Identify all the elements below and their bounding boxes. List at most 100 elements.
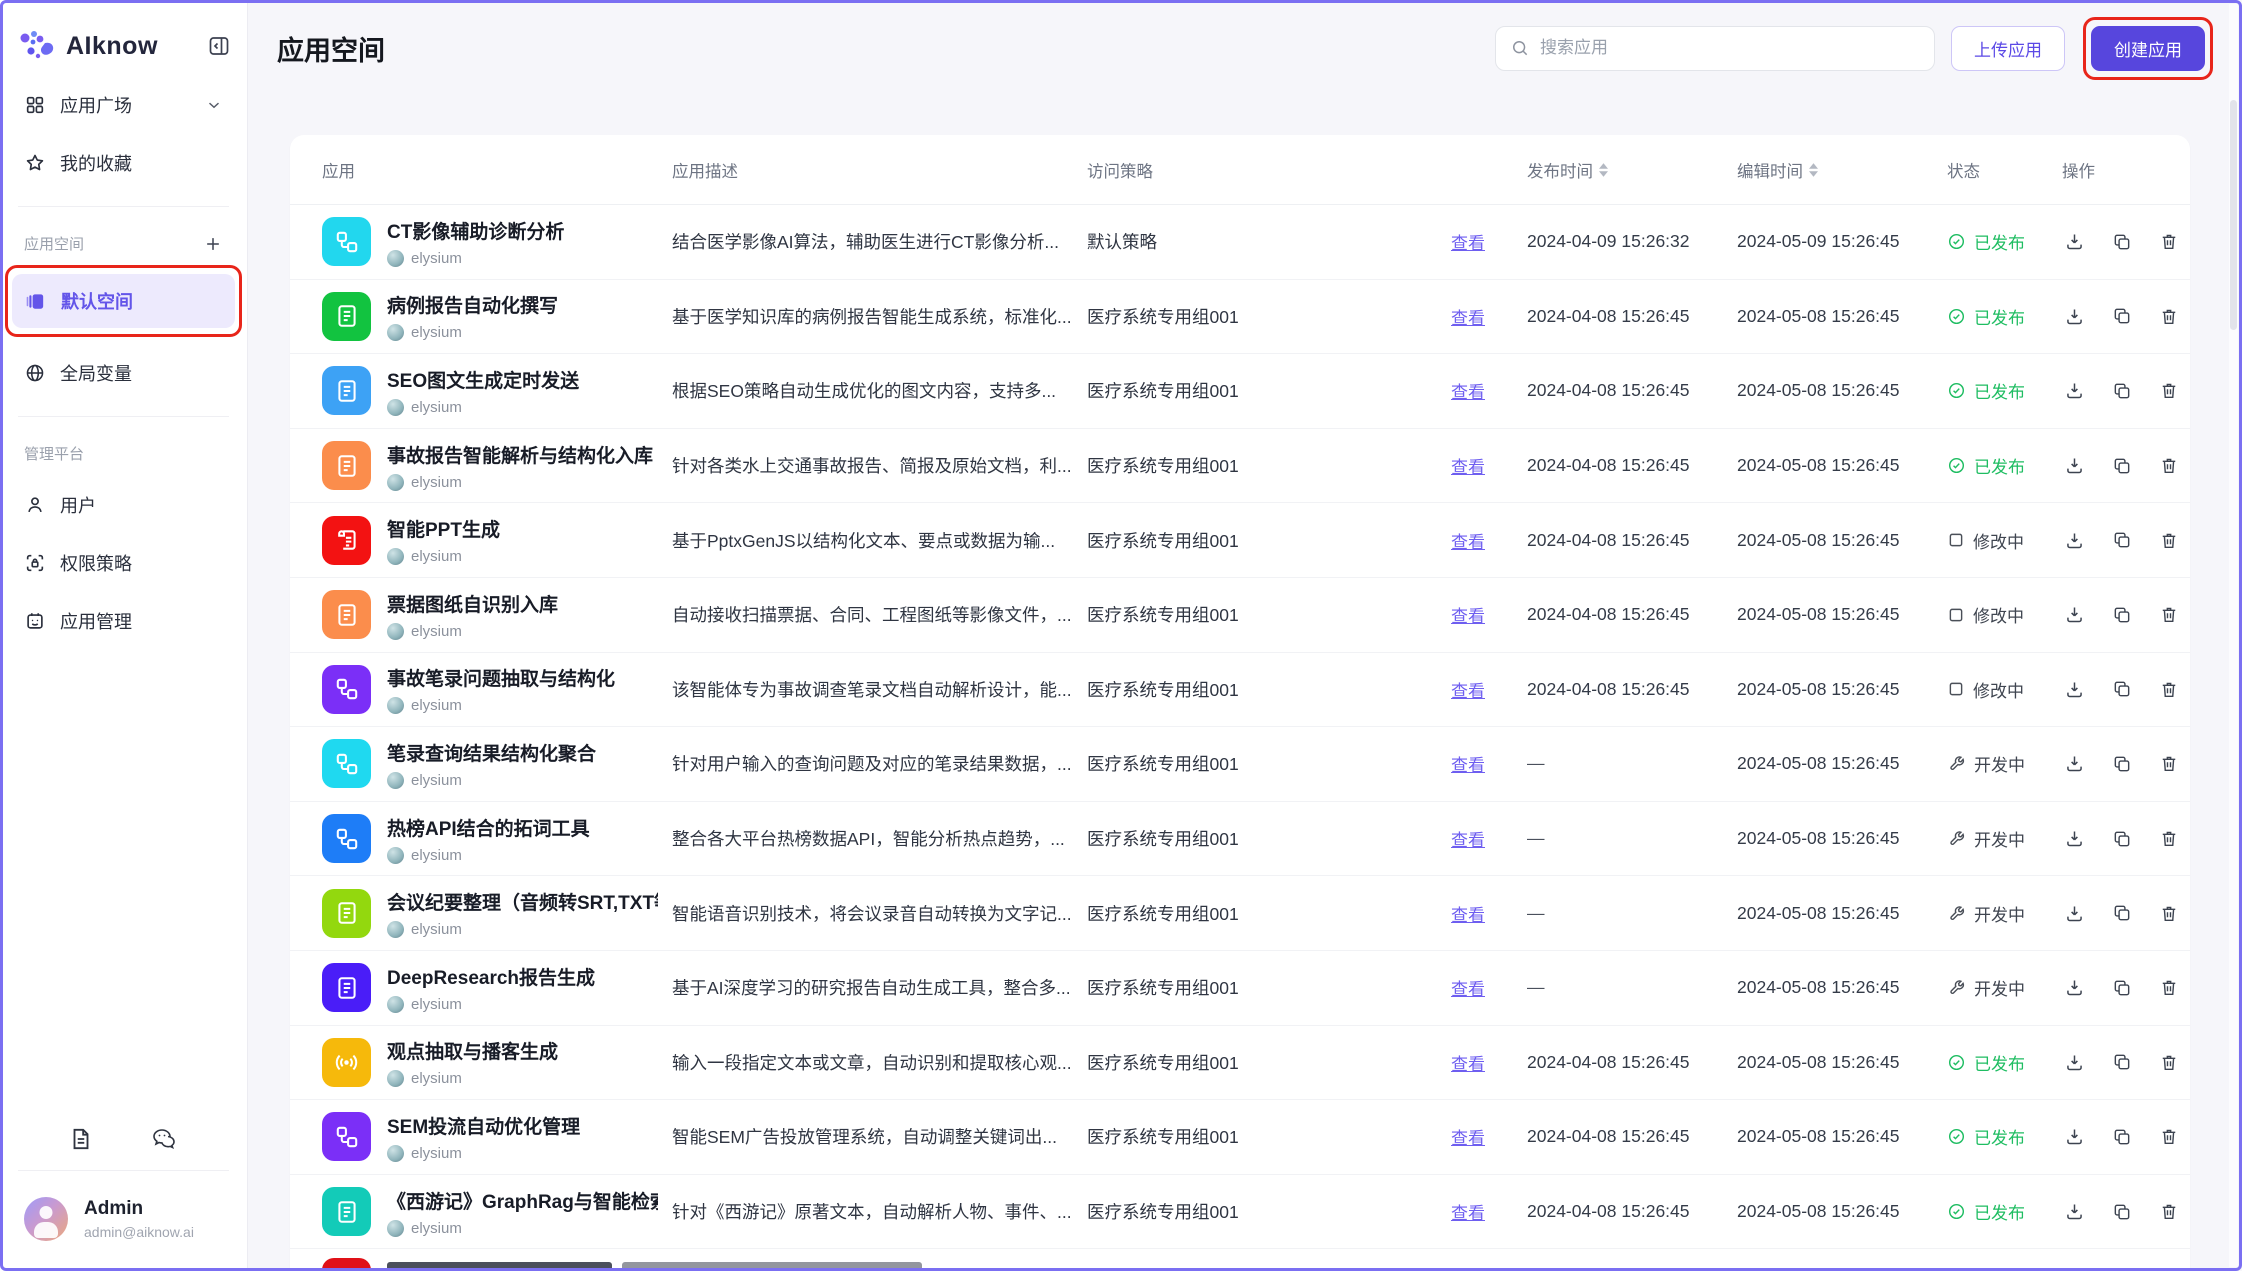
view-link[interactable]: 查看 — [1451, 383, 1485, 402]
column-header-published[interactable]: 发布时间 — [1527, 158, 1737, 182]
delete-icon[interactable] — [2159, 903, 2179, 924]
app-title[interactable]: SEM投流自动优化管理 — [387, 1112, 580, 1139]
copy-icon[interactable] — [2112, 1202, 2132, 1222]
app-title[interactable]: 事故笔录问题抽取与结构化 — [387, 664, 615, 691]
sidebar-item-favorites[interactable]: 我的收藏 — [12, 140, 235, 186]
wechat-icon[interactable] — [151, 1126, 179, 1152]
sidebar-divider — [18, 416, 229, 417]
download-icon[interactable] — [2064, 828, 2085, 849]
create-app-button[interactable]: 创建应用 — [2091, 26, 2205, 71]
delete-icon[interactable] — [2159, 380, 2179, 401]
table-row: 事故报告智能解析与结构化入库 elysium 针对各类水上交通事故报告、简报及原… — [290, 429, 2190, 504]
sidebar-item-permission-policy[interactable]: 权限策略 — [12, 540, 235, 586]
delete-icon[interactable] — [2159, 530, 2179, 551]
copy-icon[interactable] — [2112, 679, 2132, 699]
download-icon[interactable] — [2064, 530, 2085, 551]
copy-icon[interactable] — [2112, 903, 2132, 923]
view-link[interactable]: 查看 — [1451, 1055, 1485, 1074]
view-link[interactable]: 查看 — [1451, 682, 1485, 701]
delete-icon[interactable] — [2159, 231, 2179, 252]
download-icon[interactable] — [2064, 380, 2085, 401]
download-icon[interactable] — [2064, 1126, 2085, 1147]
search-input[interactable] — [1540, 38, 1920, 58]
copy-icon[interactable] — [2112, 456, 2132, 476]
sidebar-item-app-market[interactable]: 应用广场 — [12, 82, 235, 128]
app-title[interactable]: 事故报告智能解析与结构化入库 — [387, 441, 653, 468]
app-title[interactable]: CT影像辅助诊断分析 — [387, 217, 564, 244]
app-title[interactable]: 病例报告自动化撰写 — [387, 291, 558, 318]
view-link[interactable]: 查看 — [1451, 756, 1485, 775]
scrollbar-thumb[interactable] — [2230, 100, 2237, 330]
upload-app-button[interactable]: 上传应用 — [1951, 26, 2065, 71]
view-link[interactable]: 查看 — [1451, 234, 1485, 253]
delete-icon[interactable] — [2159, 828, 2179, 849]
view-link[interactable]: 查看 — [1451, 533, 1485, 552]
sidebar-item-default-space[interactable]: 默认空间 — [12, 274, 235, 328]
app-title[interactable]: 热榜API结合的拓词工具 — [387, 814, 590, 841]
document-icon[interactable] — [68, 1126, 94, 1152]
view-link[interactable]: 查看 — [1451, 906, 1485, 925]
user-profile[interactable]: Admin admin@aiknow.ai — [12, 1171, 235, 1271]
copy-icon[interactable] — [2112, 605, 2132, 625]
copy-icon[interactable] — [2112, 530, 2132, 550]
copy-icon[interactable] — [2112, 978, 2132, 998]
download-icon[interactable] — [2064, 753, 2085, 774]
download-icon[interactable] — [2064, 1201, 2085, 1222]
copy-icon[interactable] — [2112, 1052, 2132, 1072]
copy-icon[interactable] — [2112, 232, 2132, 252]
download-icon[interactable] — [2064, 604, 2085, 625]
delete-icon[interactable] — [2159, 1052, 2179, 1073]
published-time: 2024-04-08 15:26:45 — [1527, 530, 1737, 551]
status-label: 修改中 — [1973, 677, 2024, 702]
sort-icon[interactable] — [1809, 163, 1818, 177]
sidebar-item-global-vars[interactable]: 全局变量 — [12, 350, 235, 396]
app-title[interactable]: 《西游记》GraphRag与智能检索 — [387, 1187, 658, 1214]
app-title[interactable]: 笔录查询结果结构化聚合 — [387, 739, 596, 766]
app-description: 该智能体专为事故调查笔录文档自动解析设计，能... — [672, 677, 1087, 702]
view-link[interactable]: 查看 — [1451, 1129, 1485, 1148]
app-icon — [322, 217, 371, 266]
app-title[interactable]: 会议纪要整理（音频转SRT,TXT等） — [387, 888, 658, 915]
download-icon[interactable] — [2064, 977, 2085, 998]
view-link[interactable]: 查看 — [1451, 458, 1485, 477]
download-icon[interactable] — [2064, 306, 2085, 327]
view-link[interactable]: 查看 — [1451, 980, 1485, 999]
sidebar-collapse-icon[interactable] — [207, 34, 231, 58]
grid-icon — [24, 94, 46, 116]
delete-icon[interactable] — [2159, 1126, 2179, 1147]
add-space-icon[interactable] — [203, 234, 223, 254]
delete-icon[interactable] — [2159, 306, 2179, 327]
download-icon[interactable] — [2064, 679, 2085, 700]
view-link[interactable]: 查看 — [1451, 309, 1485, 328]
search-box[interactable] — [1495, 26, 1935, 71]
delete-icon[interactable] — [2159, 604, 2179, 625]
delete-icon[interactable] — [2159, 679, 2179, 700]
copy-icon[interactable] — [2112, 1127, 2132, 1147]
delete-icon[interactable] — [2159, 1201, 2179, 1222]
sidebar-item-app-management[interactable]: 应用管理 — [12, 598, 235, 644]
app-description: 针对用户输入的查询问题及对应的笔录结果数据，... — [672, 751, 1087, 776]
copy-icon[interactable] — [2112, 754, 2132, 774]
download-icon[interactable] — [2064, 231, 2085, 252]
sidebar-item-users[interactable]: 用户 — [12, 482, 235, 528]
view-link[interactable]: 查看 — [1451, 831, 1485, 850]
app-title[interactable]: 观点抽取与播客生成 — [387, 1037, 558, 1064]
copy-icon[interactable] — [2112, 306, 2132, 326]
app-title[interactable]: 智能PPT生成 — [387, 515, 500, 542]
app-title[interactable]: DeepResearch报告生成 — [387, 963, 595, 990]
download-icon[interactable] — [2064, 1052, 2085, 1073]
download-icon[interactable] — [2064, 455, 2085, 476]
delete-icon[interactable] — [2159, 455, 2179, 476]
sort-icon[interactable] — [1599, 163, 1608, 177]
view-link[interactable]: 查看 — [1451, 607, 1485, 626]
delete-icon[interactable] — [2159, 753, 2179, 774]
delete-icon[interactable] — [2159, 977, 2179, 998]
copy-icon[interactable] — [2112, 829, 2132, 849]
copy-icon[interactable] — [2112, 381, 2132, 401]
page-scrollbar[interactable] — [2229, 4, 2238, 1267]
column-header-edited[interactable]: 编辑时间 — [1737, 158, 1947, 182]
app-title[interactable]: 票据图纸自识别入库 — [387, 590, 558, 617]
view-link[interactable]: 查看 — [1451, 1204, 1485, 1223]
app-title[interactable]: SEO图文生成定时发送 — [387, 366, 579, 393]
download-icon[interactable] — [2064, 903, 2085, 924]
